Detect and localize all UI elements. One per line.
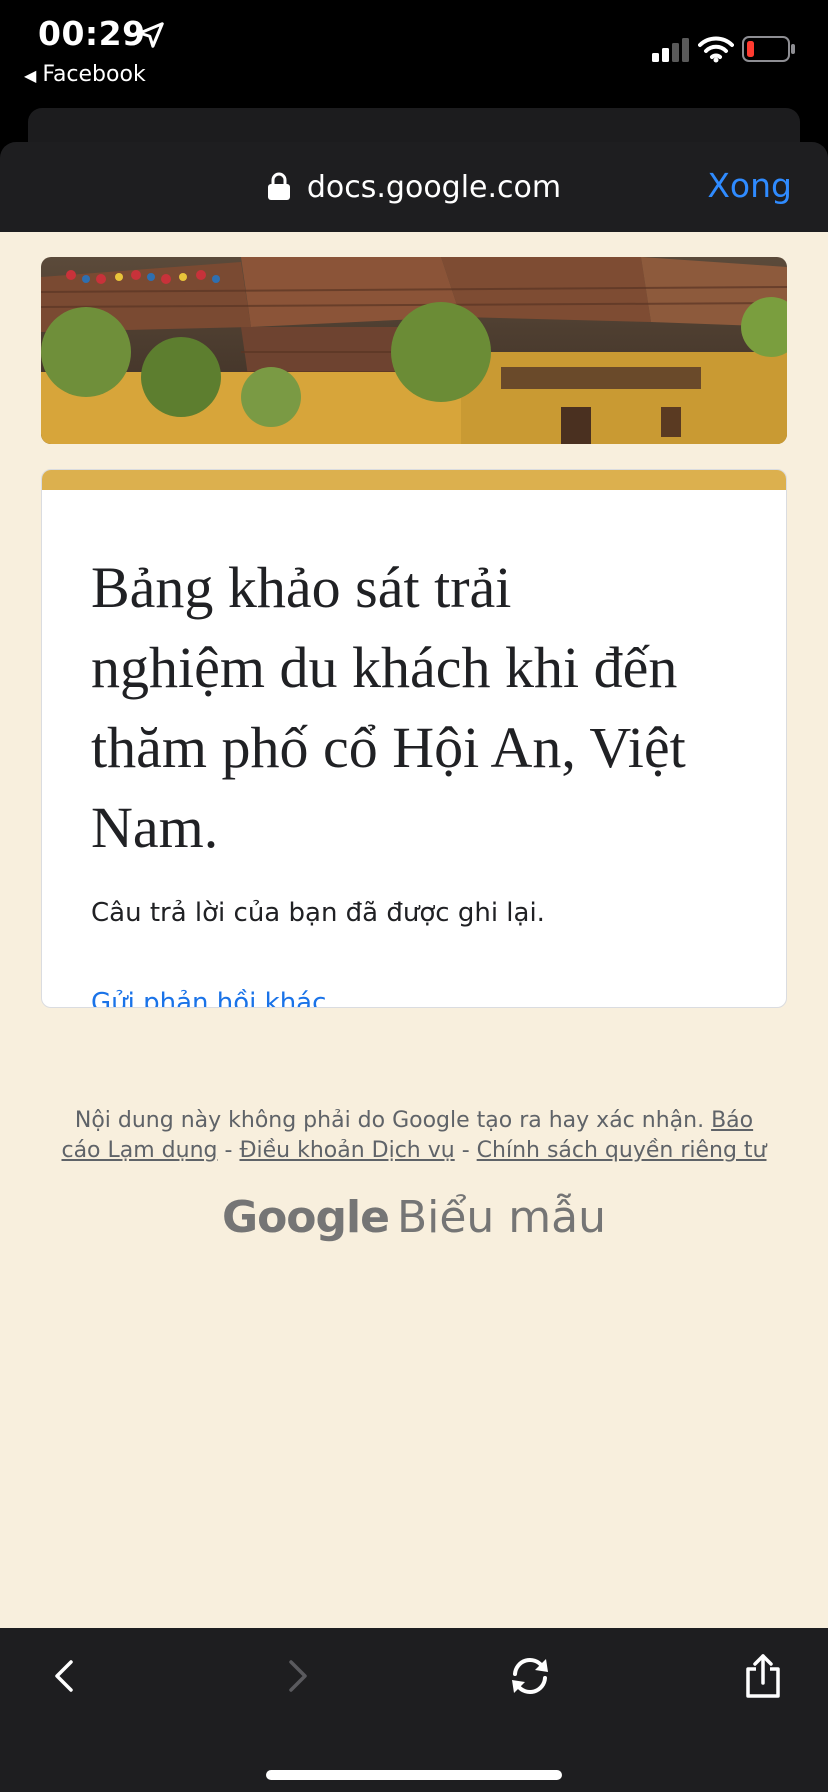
- share-icon: [746, 1654, 780, 1698]
- form-title: Bảng khảo sát trải nghiệm du khách khi đ…: [91, 555, 686, 860]
- back-to-app-button[interactable]: ◀ Facebook: [24, 62, 146, 87]
- url-bar[interactable]: docs.google.com: [0, 142, 828, 232]
- disclaimer-text: Nội dung này không phải do Google tạo ra…: [74, 1108, 705, 1133]
- status-bar: 00:29 ◀ Facebook: [0, 0, 828, 100]
- forward-icon: [289, 1660, 307, 1692]
- browser-header: docs.google.com Xong: [0, 142, 828, 232]
- back-app-label: Facebook: [42, 62, 146, 87]
- back-icon: [55, 1660, 73, 1692]
- brand-google: Google: [221, 1192, 390, 1243]
- back-button[interactable]: [34, 1646, 94, 1706]
- footer-disclaimer: Nội dung này không phải do Google tạo ra…: [60, 1106, 768, 1166]
- privacy-policy-link[interactable]: Chính sách quyền riêng tư: [477, 1138, 767, 1163]
- header-banner-image: [41, 257, 787, 444]
- browser-toolbar: [0, 1628, 828, 1792]
- confirmation-card: Bảng khảo sát trải nghiệm du khách khi đ…: [41, 469, 787, 1008]
- wifi-icon: [698, 36, 734, 63]
- reload-icon: [512, 1658, 548, 1694]
- card-accent-bar: [42, 470, 786, 490]
- footer-separator: -: [461, 1138, 470, 1163]
- url-text: docs.google.com: [306, 169, 562, 205]
- battery-icon: [742, 36, 795, 62]
- brand-product: Biểu mẫu: [396, 1192, 607, 1243]
- terms-of-service-link[interactable]: Điều khoản Dịch vụ: [239, 1138, 454, 1163]
- status-time: 00:29: [38, 14, 146, 53]
- google-forms-logo[interactable]: Google Biểu mẫu: [0, 1192, 828, 1243]
- cellular-signal-icon: [652, 38, 689, 62]
- share-button[interactable]: [733, 1646, 793, 1706]
- home-indicator[interactable]: [266, 1770, 562, 1780]
- back-triangle-icon: ◀: [24, 66, 37, 85]
- lock-icon: [267, 172, 290, 200]
- footer-separator: -: [224, 1138, 233, 1163]
- reload-button[interactable]: [500, 1646, 560, 1706]
- submit-another-response-link[interactable]: Gửi phản hồi khác: [91, 988, 326, 1007]
- done-button[interactable]: Xong: [707, 166, 792, 205]
- form-page: Bảng khảo sát trải nghiệm du khách khi đ…: [0, 232, 828, 1628]
- confirmation-message: Câu trả lời của bạn đã được ghi lại.: [91, 898, 545, 928]
- location-arrow-icon: [138, 22, 164, 48]
- forward-button[interactable]: [268, 1646, 328, 1706]
